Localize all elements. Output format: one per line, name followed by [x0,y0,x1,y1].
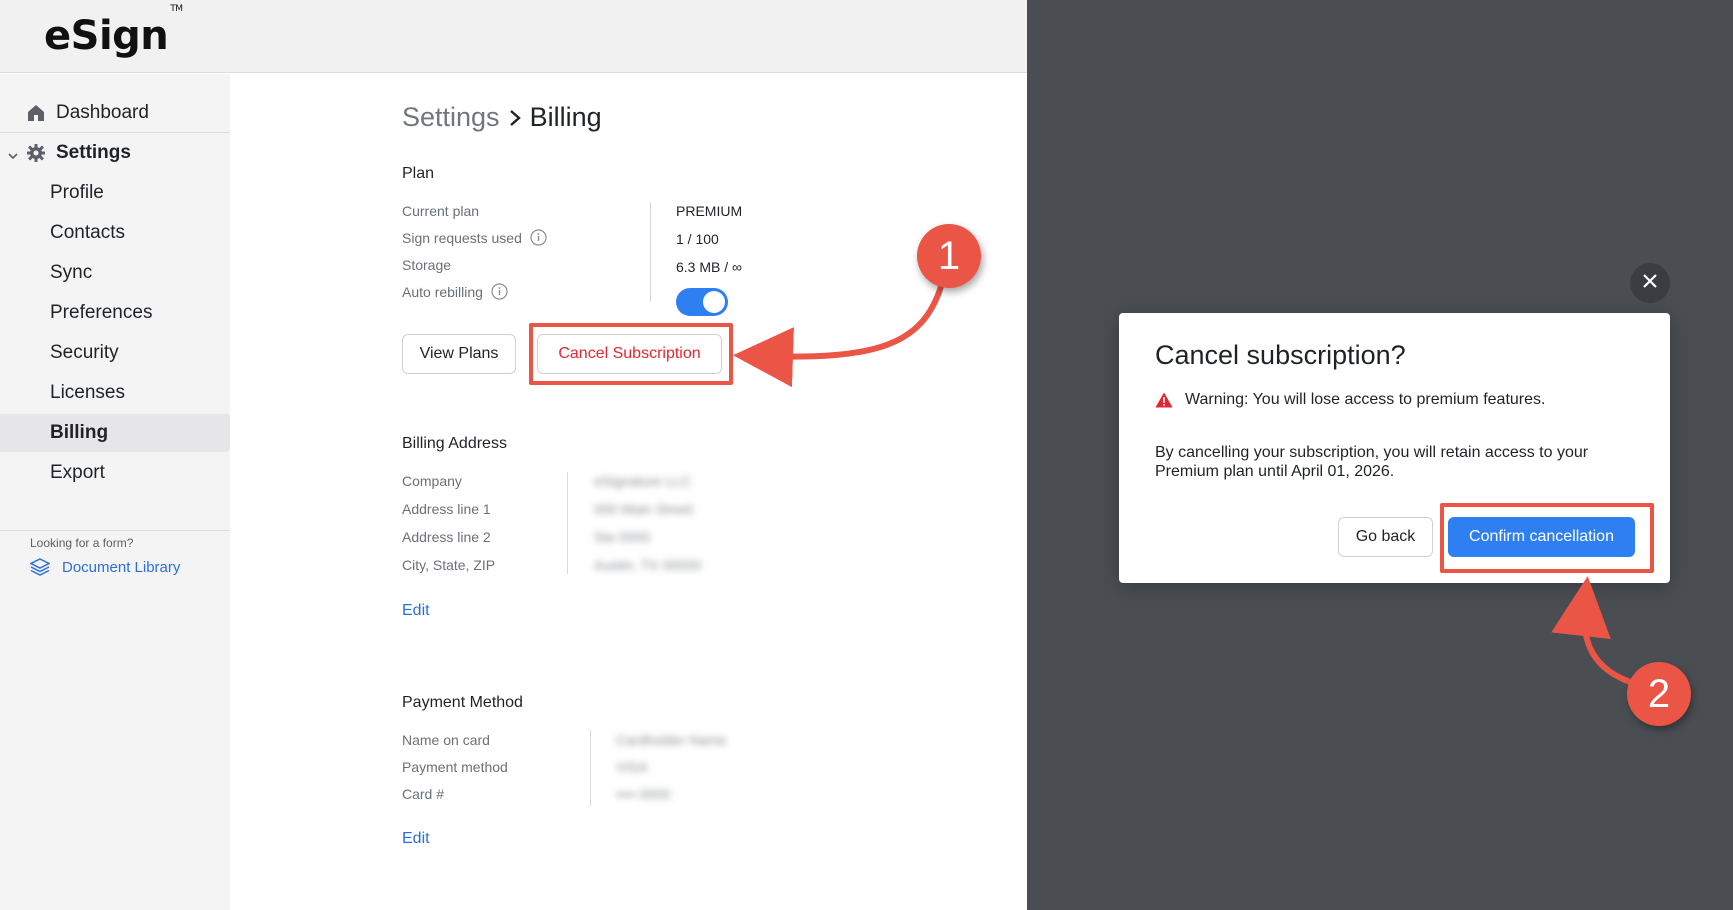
sign-requests-value: 1 / 100 [676,231,719,247]
breadcrumb: Settings Billing [402,102,602,133]
sidebar-item-licenses[interactable]: Licenses [0,374,230,412]
address-line-2-value: Ste 0000 [594,529,651,545]
sidebar-item-billing[interactable]: Billing [0,414,230,452]
sidebar-item-export[interactable]: Export [0,454,230,492]
storage-label: Storage [402,257,452,273]
sidebar-item-label: Security [50,342,119,363]
home-icon [26,103,46,123]
highlight-box [1440,503,1654,573]
sidebar-item-label: Settings [56,142,131,163]
name-on-card-label: Name on card [402,732,490,748]
document-library-label: Document Library [62,558,181,576]
sidebar-item-label: Billing [50,422,109,443]
edit-billing-address-link[interactable]: Edit [402,602,430,620]
sidebar-item-label: Export [50,462,105,483]
layers-icon [30,558,50,576]
info-icon[interactable] [491,283,508,300]
document-library-link[interactable]: Document Library [30,558,180,576]
card-number-value: •••• 0000 [616,786,671,802]
chevron-down-icon[interactable] [7,146,19,168]
auto-rebilling-toggle[interactable] [676,288,728,316]
sidebar-item-label: Preferences [50,302,153,323]
top-bar: eSignTM [0,0,1027,73]
divider [650,202,651,302]
plan-section-title: Plan [402,165,435,182]
highlight-box [529,323,733,385]
close-icon [1643,273,1657,293]
payment-method-label: Payment method [402,759,508,775]
current-plan-label: Current plan [402,203,480,219]
sidebar-item-dashboard[interactable]: Dashboard [0,94,230,132]
divider [567,472,568,574]
sidebar-item-preferences[interactable]: Preferences [0,294,230,332]
dialog-warning: Warning: You will lose access to premium… [1155,391,1545,409]
page-title: Billing [529,102,602,132]
company-value: eSignature LLC [594,473,692,489]
sidebar-item-contacts[interactable]: Contacts [0,214,230,252]
sidebar-item-label: Licenses [50,382,125,403]
divider [590,730,591,806]
edit-payment-method-link[interactable]: Edit [402,830,430,848]
current-plan-value: PREMIUM [676,203,743,219]
sidebar-item-label: Profile [50,182,104,203]
dialog-body: By cancelling your subscription, you wil… [1155,444,1589,480]
billing-address-title: Billing Address [402,435,507,452]
info-icon[interactable] [530,229,547,246]
divider [0,132,230,133]
chevron-right-icon [508,108,522,128]
address-line-1-label: Address line 1 [402,501,491,517]
step-1-badge: 1 [917,224,981,288]
go-back-button[interactable]: Go back [1338,517,1433,557]
card-number-label: Card # [402,786,445,802]
address-line-1-value: 000 Main Street [594,501,693,517]
payment-method-title: Payment Method [402,694,523,711]
payment-method-value: VISA [616,759,648,775]
form-hint: Looking for a form? [30,536,134,550]
name-on-card-value: Cardholder Name [616,732,727,748]
auto-rebilling-label: Auto rebilling [402,283,508,300]
sidebar-item-label: Dashboard [56,102,149,123]
close-modal-button[interactable] [1630,263,1670,303]
city-state-zip-value: Austin, TX 00000 [594,557,702,573]
company-label: Company [402,473,462,489]
dialog-title: Cancel subscription? [1155,340,1406,370]
storage-value: 6.3 MB / ∞ [676,259,743,275]
sidebar-item-settings[interactable]: Settings [0,134,230,172]
gear-icon [26,143,46,163]
sidebar-item-label: Contacts [50,222,125,243]
app-logo[interactable]: eSignTM [44,4,183,59]
breadcrumb-parent[interactable]: Settings [402,102,500,133]
app-window: eSignTM Dashboard Settings Profile Conta… [0,0,1027,910]
city-state-zip-label: City, State, ZIP [402,557,496,573]
warning-icon [1155,392,1173,408]
sidebar-item-security[interactable]: Security [0,334,230,372]
address-line-2-label: Address line 2 [402,529,491,545]
divider [0,530,230,531]
sidebar-item-label: Sync [50,262,93,283]
sidebar-item-profile[interactable]: Profile [0,174,230,212]
sign-requests-label: Sign requests used [402,229,547,246]
sidebar: Dashboard Settings Profile Contacts Sync… [0,74,230,910]
view-plans-button[interactable]: View Plans [402,334,516,374]
step-2-badge: 2 [1627,662,1691,726]
sidebar-item-sync[interactable]: Sync [0,254,230,292]
warning-text: Warning: You will lose access to premium… [1185,391,1546,408]
